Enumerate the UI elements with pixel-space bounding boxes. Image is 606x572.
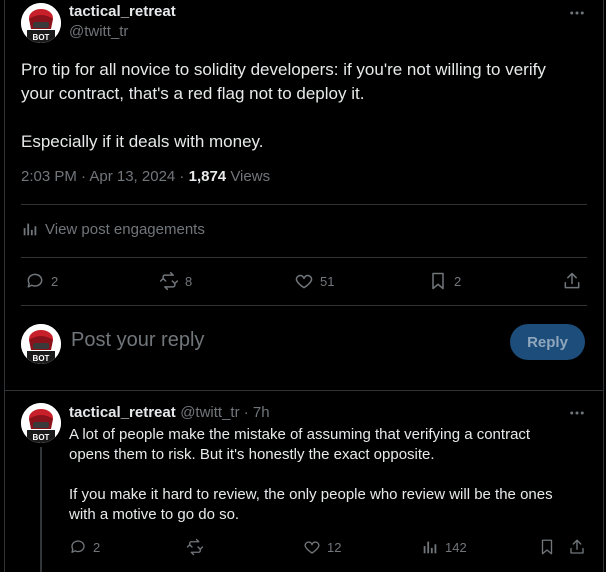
author-handle[interactable]: @twitt_tr (69, 23, 128, 40)
composer-avatar[interactable]: BOT (21, 324, 61, 364)
reply-button[interactable]: Reply (510, 324, 585, 360)
reply-header: tactical_retreat @twitt_tr · 7h (69, 404, 270, 422)
bot-avatar-icon: BOT (21, 403, 61, 443)
reply-text-line: A lot of people make the mistake of assu… (69, 426, 531, 443)
post-text: Pro tip for all novice to solidity devel… (21, 58, 546, 154)
repost-icon (159, 271, 179, 291)
bookmark-action[interactable]: 2 (428, 271, 461, 291)
like-count: 51 (320, 273, 335, 289)
divider (5, 390, 603, 391)
reply-input[interactable]: Post your reply (71, 329, 204, 352)
views-count: 1,874 (188, 168, 227, 185)
repost-icon (186, 538, 204, 556)
post-meta: 2:03 PM · Apr 13, 2024 · 1,874 Views (21, 168, 270, 185)
divider (21, 305, 587, 306)
bookmark-icon (541, 539, 553, 555)
reply-text-line: with a motive to go do so. (69, 506, 240, 523)
reply-action[interactable]: 2 (25, 271, 58, 291)
author-name[interactable]: tactical_retreat (69, 3, 176, 20)
like-action[interactable]: 12 (303, 538, 341, 556)
repost-action[interactable] (186, 538, 204, 556)
bot-avatar-icon: BOT (21, 324, 61, 364)
svg-text:BOT: BOT (33, 354, 50, 363)
repost-count: 8 (185, 273, 193, 289)
share-action[interactable] (568, 538, 586, 556)
analytics-icon (23, 223, 37, 236)
bookmark-icon (432, 272, 444, 290)
reply-text: A lot of people make the mistake of assu… (69, 425, 553, 525)
reply-count: 2 (51, 273, 59, 289)
thread-line (40, 447, 42, 572)
heart-icon (304, 541, 320, 554)
analytics-icon (423, 541, 437, 554)
reply-handle-time[interactable]: @twitt_tr · 7h (180, 404, 269, 421)
views-action[interactable]: 142 (421, 538, 467, 556)
post-text-line: Especially if it deals with money. (21, 132, 264, 151)
engagements-label: View post engagements (45, 220, 205, 238)
like-action[interactable]: 51 (294, 271, 334, 291)
bot-avatar-icon: BOT (21, 3, 61, 43)
divider (21, 257, 587, 258)
reply-text-line: opens them to risk. But it's honestly th… (69, 446, 435, 463)
reply-author-avatar[interactable]: BOT (21, 403, 61, 443)
views-label: Views (230, 168, 271, 185)
svg-text:BOT: BOT (33, 433, 50, 442)
post-text-line: Pro tip for all novice to solidity devel… (21, 60, 546, 79)
repost-action[interactable]: 8 (159, 271, 192, 291)
reply-text-line: If you make it hard to review, the only … (69, 486, 553, 503)
like-count: 12 (327, 539, 342, 555)
bookmark-action[interactable] (538, 538, 556, 556)
share-action[interactable] (562, 271, 582, 291)
view-engagements-link[interactable]: View post engagements (21, 220, 205, 238)
share-icon (570, 539, 584, 554)
reply-icon (71, 540, 85, 553)
reply-action[interactable]: 2 (69, 538, 100, 556)
reply-icon (27, 273, 43, 288)
reply-author-name[interactable]: tactical_retreat (69, 404, 176, 421)
more-options-icon[interactable] (567, 3, 587, 23)
reply-count: 2 (93, 539, 101, 555)
share-icon (564, 272, 580, 289)
post-timestamp[interactable]: 2:03 PM · Apr 13, 2024 · (21, 168, 184, 185)
author-avatar[interactable]: BOT (21, 3, 61, 43)
views-count: 142 (445, 539, 467, 555)
more-options-icon[interactable] (567, 403, 587, 423)
post-text-line: your contract, that's a red flag not to … (21, 84, 365, 103)
svg-text:BOT: BOT (33, 33, 50, 42)
bookmark-count: 2 (454, 273, 462, 289)
heart-icon (295, 274, 313, 289)
divider (21, 204, 587, 205)
